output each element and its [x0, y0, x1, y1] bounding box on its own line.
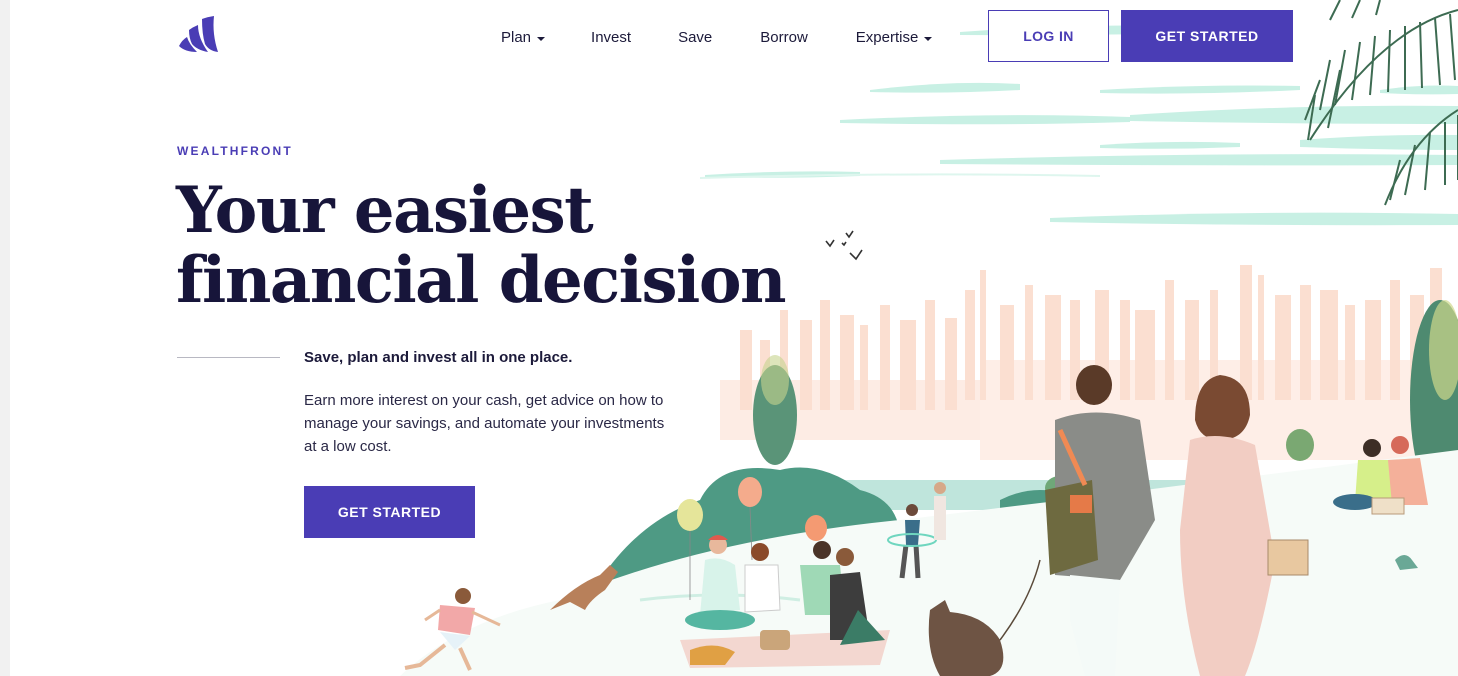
hero-subheading: Save, plan and invest all in one place.	[304, 349, 573, 366]
nav-item-borrow[interactable]: Borrow	[760, 29, 808, 47]
nav-item-save[interactable]: Save	[678, 29, 712, 47]
headline-line-1: Your easiest	[176, 173, 594, 248]
hero-description: Earn more interest on your cash, get adv…	[304, 389, 694, 458]
nav-item-label: Plan	[501, 29, 532, 46]
nav-item-label: Expertise	[855, 29, 919, 46]
hero-eyebrow: WEALTHFRONT	[177, 144, 293, 158]
nav-item-label: Borrow	[760, 29, 808, 46]
description-line-1: Earn more interest on your cash, get adv…	[304, 392, 664, 409]
palm-fronds	[1304, 0, 1458, 206]
page-left-gutter	[0, 0, 10, 676]
description-line-2: manage your savings, and automate your i…	[304, 415, 665, 432]
hero-get-started-button[interactable]: GET STARTED	[304, 486, 475, 538]
nav-item-expertise[interactable]: Expertise	[856, 29, 933, 47]
caret-down-icon	[924, 37, 933, 41]
main-nav: Plan Invest Save Borrow Expertise	[501, 29, 933, 47]
description-line-3: at a low cost.	[304, 438, 392, 455]
nav-item-invest[interactable]: Invest	[591, 29, 631, 47]
hero-illustration	[380, 0, 1458, 676]
wealthfront-logo-icon[interactable]	[177, 14, 219, 54]
caret-down-icon	[537, 37, 546, 41]
nav-item-plan[interactable]: Plan	[501, 29, 546, 47]
header-get-started-button[interactable]: GET STARTED	[1121, 10, 1293, 62]
headline-line-2: financial decision	[176, 243, 787, 318]
login-button[interactable]: LOG IN	[988, 10, 1109, 62]
hero-headline: Your easiest financial decision	[176, 173, 787, 318]
nav-item-label: Save	[678, 29, 713, 46]
birds-icon	[825, 230, 863, 261]
nav-item-label: Invest	[591, 29, 632, 46]
divider-line	[177, 357, 280, 358]
